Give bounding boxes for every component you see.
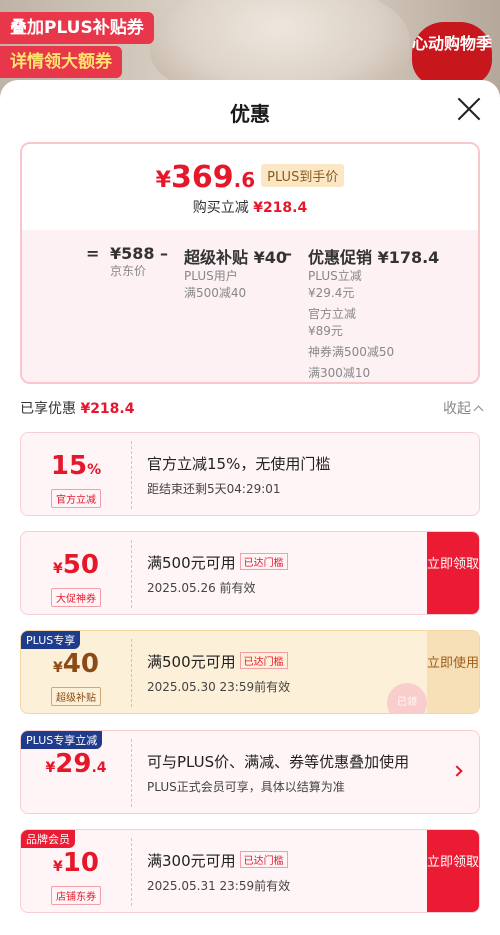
use-button[interactable]: 立即使用 — [427, 631, 479, 713]
coupon-title: 可与PLUS价、满减、券等优惠叠加使用 — [147, 753, 410, 771]
collapse-button[interactable]: 收起 — [443, 398, 484, 418]
coupon-expiry: 2025.05.31 23:59前有效 — [147, 879, 291, 893]
coupon-expiry: 2025.05.30 23:59前有效 — [147, 680, 291, 694]
promo-col: 优惠促销 ¥178.4 PLUS立减 ¥29.4元 官方立减 ¥89元 神券满5… — [308, 248, 440, 380]
chevron-right-icon[interactable] — [451, 765, 463, 777]
coupon-card-plus: PLUS专享 ¥40 超级补贴 满500元可用 已达门槛 2025.05.30 2… — [20, 630, 480, 714]
coupon-card: 15% 官方立减 官方立减15%，无使用门槛 距结束还剩5天04:29:01 — [20, 432, 480, 516]
minus-sign: – — [284, 244, 292, 263]
price-summary: ¥369.6 PLUS到手价 购买立减 ¥218.4 = ¥588 京东价 – … — [20, 142, 480, 384]
coupon-title: 满500元可用 已达门槛 — [147, 552, 419, 573]
coupon-type-tag: 大促神券 — [51, 588, 101, 607]
jd-price-col: ¥588 京东价 — [110, 244, 155, 278]
coupon-title: 满300元可用 已达门槛 — [147, 850, 419, 871]
claimed-stamp: 已领 — [387, 683, 427, 713]
coupon-amount: ¥10 — [53, 848, 99, 878]
coupon-amount: 15% — [50, 451, 102, 481]
coupon-title: 满500元可用 已达门槛 — [147, 651, 419, 672]
coupon-amount: ¥40 — [53, 649, 99, 679]
coupon-expiry: 2025.05.26 前有效 — [147, 581, 256, 595]
save-line: 购买立减 ¥218.4 — [192, 200, 308, 216]
claim-button[interactable]: 立即领取 — [427, 830, 479, 912]
enjoyed-discount: 已享优惠 ¥218.4 — [20, 401, 135, 417]
coupon-type-tag: 官方立减 — [51, 489, 101, 508]
discount-sheet: 优惠 ¥369.6 PLUS到手价 购买立减 ¥218.4 = ¥588 京东价… — [0, 80, 500, 935]
event-badge: 心动购物季 — [412, 22, 492, 86]
final-price: ¥369.6 — [155, 160, 256, 195]
subsidy-col: 超级补贴 ¥40 PLUS用户 满500减40 — [184, 248, 287, 300]
promo-tag-plus: 叠加PLUS补贴券 — [0, 12, 154, 44]
price-summary-top: ¥369.6 PLUS到手价 购买立减 ¥218.4 — [22, 144, 478, 230]
price-breakdown: = ¥588 京东价 – 超级补贴 ¥40 PLUS用户 满500减40 – 优… — [22, 230, 478, 382]
coupon-note: PLUS正式会员可享，具体以结算为准 — [147, 780, 345, 794]
coupon-type-tag: 超级补贴 — [51, 687, 101, 706]
coupon-amount: ¥50 — [53, 550, 99, 580]
coupon-type-tag: 店铺东券 — [51, 886, 101, 905]
claim-button[interactable]: 立即领取 — [427, 532, 479, 614]
equals-sign: = — [86, 244, 100, 263]
coupon-card: ¥50 大促神券 满500元可用 已达门槛 2025.05.26 前有效 立即领取 — [20, 531, 480, 615]
coupon-amount: ¥29.4 — [45, 749, 107, 779]
close-icon[interactable] — [456, 96, 482, 122]
coupon-card: 品牌会员 ¥10 店铺东券 满300元可用 已达门槛 2025.05.31 23:… — [20, 829, 480, 913]
coupon-card[interactable]: PLUS专享立减 ¥29.4 可与PLUS价、满减、券等优惠叠加使用 PLUS正… — [20, 730, 480, 814]
coupon-title: 官方立减15%，无使用门槛 — [147, 455, 331, 473]
coupon-countdown: 距结束还剩5天04:29:01 — [147, 482, 281, 496]
plus-price-badge: PLUS到手价 — [261, 164, 345, 187]
promo-tag-details: 详情领大额券 — [0, 46, 122, 78]
minus-sign: – — [160, 244, 168, 263]
chevron-up-icon — [473, 405, 484, 416]
sheet-title: 优惠 — [230, 102, 270, 126]
